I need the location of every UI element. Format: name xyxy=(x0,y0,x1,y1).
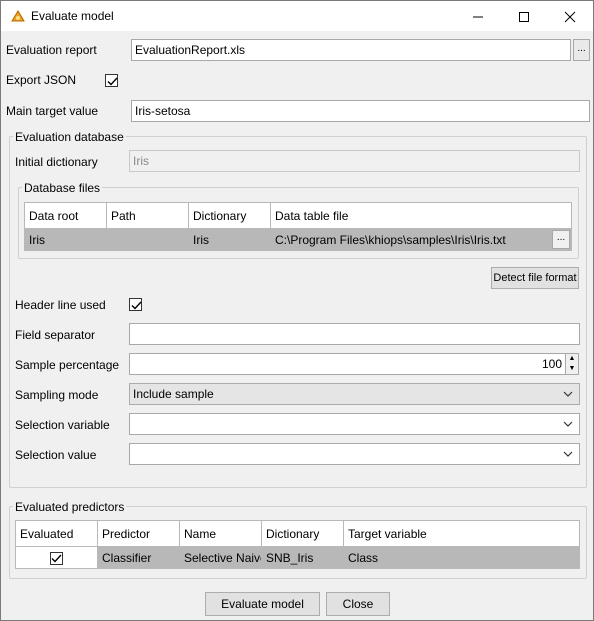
column-header[interactable]: Name xyxy=(179,520,262,547)
window-title: Evaluate model xyxy=(31,9,114,23)
cell-predictor[interactable]: Classifier xyxy=(97,546,180,569)
export-json-label: Export JSON xyxy=(6,73,77,87)
column-header[interactable]: Data table file xyxy=(270,202,572,229)
evaluate-model-button[interactable]: Evaluate model xyxy=(205,592,320,616)
selection-variable-select[interactable] xyxy=(129,413,580,435)
evaluation-report-label: Evaluation report xyxy=(6,43,97,57)
evaluated-predictors-title: Evaluated predictors xyxy=(13,500,127,514)
cell-dictionary[interactable]: SNB_Iris xyxy=(261,546,344,569)
sample-percentage-field[interactable]: 100 xyxy=(129,353,566,375)
evaluation-report-field[interactable]: EvaluationReport.xls xyxy=(131,39,571,61)
export-json-checkbox[interactable] xyxy=(105,74,118,87)
cell-target-variable[interactable]: Class xyxy=(343,546,580,569)
data-table-file-text: C:\Program Files\khiops\samples\Iris\Iri… xyxy=(275,232,506,247)
field-separator-field[interactable] xyxy=(129,323,580,345)
column-header[interactable]: Target variable xyxy=(343,520,580,547)
evaluated-predictors-table: Evaluated Predictor Name Dictionary Targ… xyxy=(15,520,580,569)
column-header[interactable]: Path xyxy=(106,202,189,229)
header-line-label: Header line used xyxy=(15,298,106,312)
column-header[interactable]: Dictionary xyxy=(261,520,344,547)
selection-value-label: Selection value xyxy=(15,448,97,462)
evaluate-model-dialog: Evaluate model Evaluation report Evaluat… xyxy=(0,0,594,621)
sampling-mode-select[interactable]: Include sample xyxy=(129,383,580,405)
maximize-icon[interactable] xyxy=(501,1,547,31)
table-header-row: Data root Path Dictionary Data table fil… xyxy=(24,202,572,229)
detect-file-format-button[interactable]: Detect file format xyxy=(491,267,579,289)
minimize-icon[interactable] xyxy=(455,1,501,31)
app-icon xyxy=(10,8,26,24)
cell-name[interactable]: Selective Naive Bayes xyxy=(179,546,262,569)
selection-variable-label: Selection variable xyxy=(15,418,110,432)
close-button[interactable]: Close xyxy=(326,592,390,616)
column-header[interactable]: Predictor xyxy=(97,520,180,547)
browse-data-file-button[interactable]: ... xyxy=(552,230,570,249)
spin-down-icon[interactable]: ▼ xyxy=(566,364,578,374)
field-separator-label: Field separator xyxy=(15,328,96,342)
cell-data-root[interactable]: Iris xyxy=(24,228,107,251)
cell-dictionary[interactable]: Iris xyxy=(188,228,271,251)
sample-percentage-label: Sample percentage xyxy=(15,358,120,372)
main-target-label: Main target value xyxy=(6,104,99,118)
main-target-field[interactable]: Iris-setosa xyxy=(131,100,590,122)
evaluation-database-title: Evaluation database xyxy=(13,130,126,144)
table-header-row: Evaluated Predictor Name Dictionary Targ… xyxy=(15,520,580,547)
selection-value-select[interactable] xyxy=(129,443,580,465)
database-files-title: Database files xyxy=(22,181,103,195)
chevron-down-icon xyxy=(563,451,573,457)
evaluated-checkbox[interactable] xyxy=(50,551,63,565)
cell-evaluated[interactable] xyxy=(15,546,98,569)
spin-up-icon[interactable]: ▲ xyxy=(566,354,578,364)
database-files-table: Data root Path Dictionary Data table fil… xyxy=(24,202,572,251)
sample-percentage-spinner[interactable]: ▲ ▼ xyxy=(565,353,579,375)
table-row[interactable]: Classifier Selective Naive Bayes SNB_Iri… xyxy=(15,546,580,569)
header-line-checkbox[interactable] xyxy=(129,298,142,311)
table-row[interactable]: Iris Iris C:\Program Files\khiops\sample… xyxy=(24,228,572,251)
initial-dictionary-field: Iris xyxy=(129,150,580,172)
sampling-mode-value: Include sample xyxy=(133,387,214,401)
cell-data-table-file[interactable]: C:\Program Files\khiops\samples\Iris\Iri… xyxy=(270,228,572,251)
column-header[interactable]: Evaluated xyxy=(15,520,98,547)
cell-path[interactable] xyxy=(106,228,189,251)
chevron-down-icon xyxy=(563,391,573,397)
browse-report-button[interactable]: ... xyxy=(573,39,590,61)
sampling-mode-label: Sampling mode xyxy=(15,388,99,402)
column-header[interactable]: Data root xyxy=(24,202,107,229)
column-header[interactable]: Dictionary xyxy=(188,202,271,229)
initial-dictionary-label: Initial dictionary xyxy=(15,155,98,169)
title-bar[interactable]: Evaluate model xyxy=(1,1,593,31)
close-icon[interactable] xyxy=(547,1,593,31)
chevron-down-icon xyxy=(563,421,573,427)
